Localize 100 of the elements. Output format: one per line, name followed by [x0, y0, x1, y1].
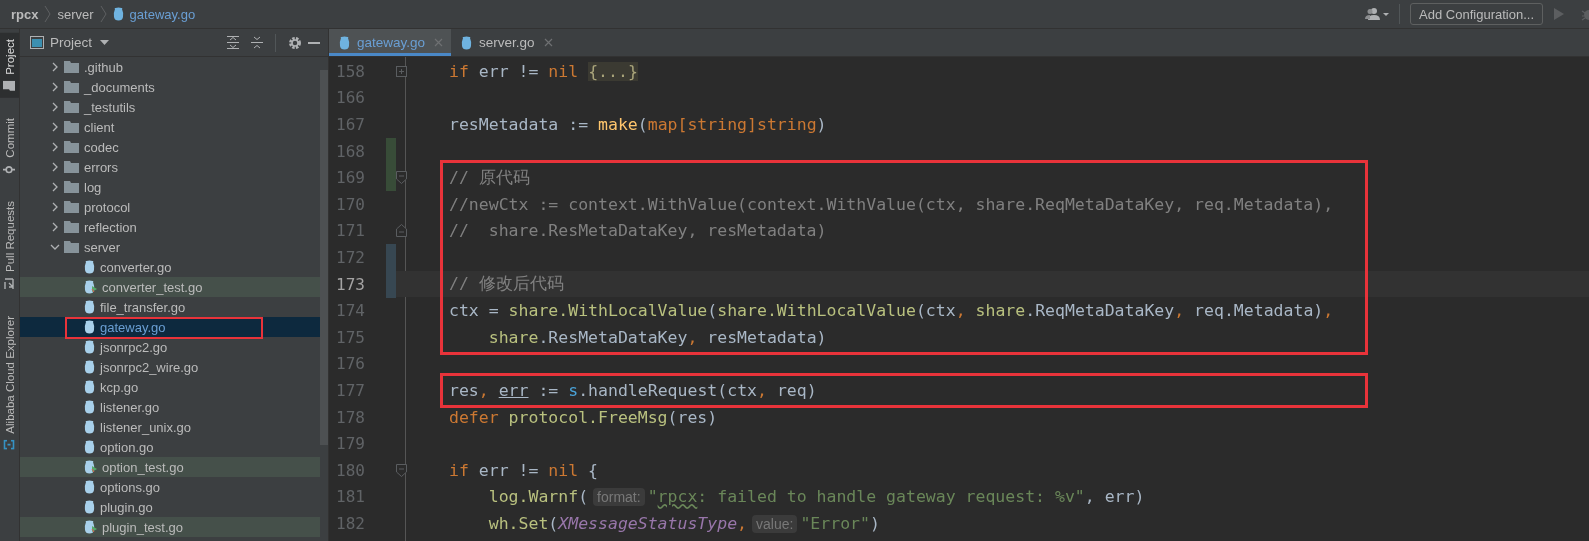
change-marker: [386, 270, 396, 298]
tool-window-tab[interactable]: Project: [0, 33, 19, 98]
editor-tab[interactable]: server.go: [451, 29, 561, 56]
folder-icon: [64, 181, 79, 193]
item-label: kcp.go: [100, 379, 139, 395]
line-number: 158: [335, 61, 365, 81]
tree-item[interactable]: jsonrpc2.go: [20, 337, 320, 357]
code-line: res, err := s.handleRequest(ctx, req): [449, 380, 817, 400]
file-icon: [84, 320, 95, 334]
tool-window-tab[interactable]: Alibaba Cloud Explorer: [0, 310, 19, 456]
project-icon: [30, 36, 44, 49]
item-label: codec: [84, 139, 119, 155]
code-line: log.Warnf( format: "rpcx: failed to handle gateway request: %v", err): [487, 487, 1145, 507]
code-line: if err != nil {...}: [449, 61, 638, 81]
tree-item[interactable]: protocol: [20, 197, 320, 217]
tool-window-tab[interactable]: Commit: [0, 111, 19, 182]
item-label: listener_unix.go: [100, 419, 192, 435]
caret-icon[interactable]: [100, 40, 110, 45]
tree-item[interactable]: codec: [20, 137, 320, 157]
minimize-icon[interactable]: [308, 41, 320, 44]
folder-icon: [64, 81, 79, 93]
file-icon: [84, 480, 95, 494]
code-line: //newCtx := context.WithValue(context.WithValue(ctx, share.ReqMetaDataKey, req.Metadata),: [449, 194, 1334, 214]
code-line: defer protocol.FreeMsg(res): [449, 407, 718, 427]
expand-all-icon[interactable]: [227, 36, 239, 49]
commit-icon: [3, 163, 16, 176]
line-number: 170: [335, 194, 365, 214]
code-line: if err != nil {: [449, 460, 599, 480]
tree-item[interactable]: .github: [20, 57, 320, 77]
item-label: reflection: [84, 219, 137, 235]
tree-item[interactable]: jsonrpc2_wire.go: [20, 357, 320, 377]
scrollbar[interactable]: [320, 70, 328, 445]
file-icon: [84, 500, 95, 514]
line-number: 167: [335, 115, 365, 134]
line-number: 179: [335, 434, 365, 454]
item-label: jsonrpc2.go: [100, 339, 168, 355]
file-icon: [112, 7, 124, 21]
code-line: // 原代码: [449, 166, 530, 189]
tree-item[interactable]: listener_unix.go: [20, 417, 320, 437]
line-number: 171: [335, 221, 365, 241]
tree-item[interactable]: plugin_test.go: [20, 517, 320, 537]
tree-item[interactable]: options.go: [20, 477, 320, 497]
tree-item[interactable]: errors: [20, 157, 320, 177]
file-icon: [84, 440, 95, 454]
file-icon: [339, 35, 350, 50]
tree-item[interactable]: _testutils: [20, 97, 320, 117]
tree-item[interactable]: converter.go: [20, 257, 320, 277]
breadcrumb-item[interactable]: server: [57, 6, 94, 22]
test-file-icon: [84, 460, 97, 474]
folder-icon: [64, 101, 79, 113]
file-icon: [461, 35, 473, 50]
line-number: 176: [335, 354, 365, 374]
tree-item[interactable]: file_transfer.go: [20, 297, 320, 317]
code-line: // share.ResMetaDataKey, resMetadata): [449, 221, 827, 241]
tool-window-tab[interactable]: Pull Requests: [0, 195, 19, 297]
code-line: share.ResMetaDataKey, resMetadata): [487, 327, 827, 347]
folder-icon: [64, 141, 79, 153]
tree-item[interactable]: plugin.go: [20, 497, 320, 517]
item-label: server: [84, 239, 121, 255]
line-number: 175: [335, 327, 365, 347]
folder-icon: [64, 161, 79, 173]
line-number: 178: [335, 407, 365, 427]
line-number: 168: [335, 141, 365, 161]
tree-item[interactable]: kcp.go: [20, 377, 320, 397]
line-number: 173: [335, 274, 365, 294]
breadcrumb-item[interactable]: gateway.go: [129, 6, 196, 22]
item-label: option.go: [100, 439, 154, 455]
editor-tab[interactable]: gateway.go: [329, 29, 452, 56]
folder-icon: [64, 201, 79, 213]
folder-icon: [64, 221, 79, 233]
change-marker: [386, 164, 396, 192]
file-icon: [84, 360, 95, 374]
item-label: log: [84, 179, 102, 195]
item-label: listener.go: [100, 399, 160, 415]
tree-item[interactable]: _documents: [20, 77, 320, 97]
test-file-icon: [84, 520, 97, 534]
item-label: converter_test.go: [102, 279, 203, 295]
tree-item[interactable]: option_test.go: [20, 457, 320, 477]
tree-item[interactable]: server: [20, 237, 320, 257]
collapse-all-icon[interactable]: [251, 36, 263, 49]
settings-icon[interactable]: [288, 35, 302, 50]
tree-item[interactable]: gateway.go: [20, 317, 320, 337]
tree-item[interactable]: client: [20, 117, 320, 137]
file-icon: [84, 300, 95, 314]
tree-item[interactable]: option.go: [20, 437, 320, 457]
folder-icon: [64, 121, 79, 133]
add-configuration-button[interactable]: Add Configuration...: [1410, 3, 1543, 25]
panel-title[interactable]: Project: [50, 35, 93, 50]
line-number: 182: [335, 513, 365, 533]
code-line: // 修改后代码: [449, 273, 564, 296]
chevron-icon: [99, 5, 107, 23]
tree-item[interactable]: listener.go: [20, 397, 320, 417]
item-label: option_test.go: [102, 459, 184, 475]
tree-item[interactable]: converter_test.go: [20, 277, 320, 297]
tree-item[interactable]: log: [20, 177, 320, 197]
breadcrumb-item[interactable]: rpcx: [11, 6, 39, 22]
tree-item[interactable]: reflection: [20, 217, 320, 237]
item-label: client: [84, 119, 115, 135]
folder-icon: [64, 241, 79, 253]
users-dropdown-icon[interactable]: [1365, 7, 1390, 21]
